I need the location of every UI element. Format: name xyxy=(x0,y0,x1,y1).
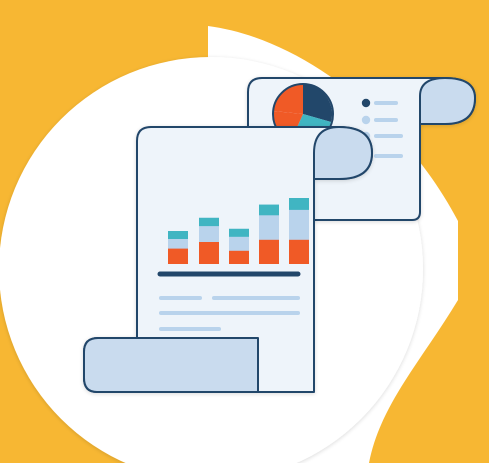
illustration-canvas xyxy=(0,0,489,463)
bar-top-segment xyxy=(229,228,249,237)
bar-top-segment xyxy=(289,198,309,210)
bar-top-segment xyxy=(199,217,219,227)
bar-bottom-segment xyxy=(168,248,188,264)
bar-bottom-segment xyxy=(199,242,219,264)
bar-bottom-segment xyxy=(259,239,279,264)
bar-top-segment xyxy=(168,231,188,239)
bar-bottom-segment xyxy=(289,239,309,264)
bar-bottom-segment xyxy=(229,250,249,264)
documents-illustration xyxy=(0,0,489,463)
bar-top-segment xyxy=(259,204,279,216)
